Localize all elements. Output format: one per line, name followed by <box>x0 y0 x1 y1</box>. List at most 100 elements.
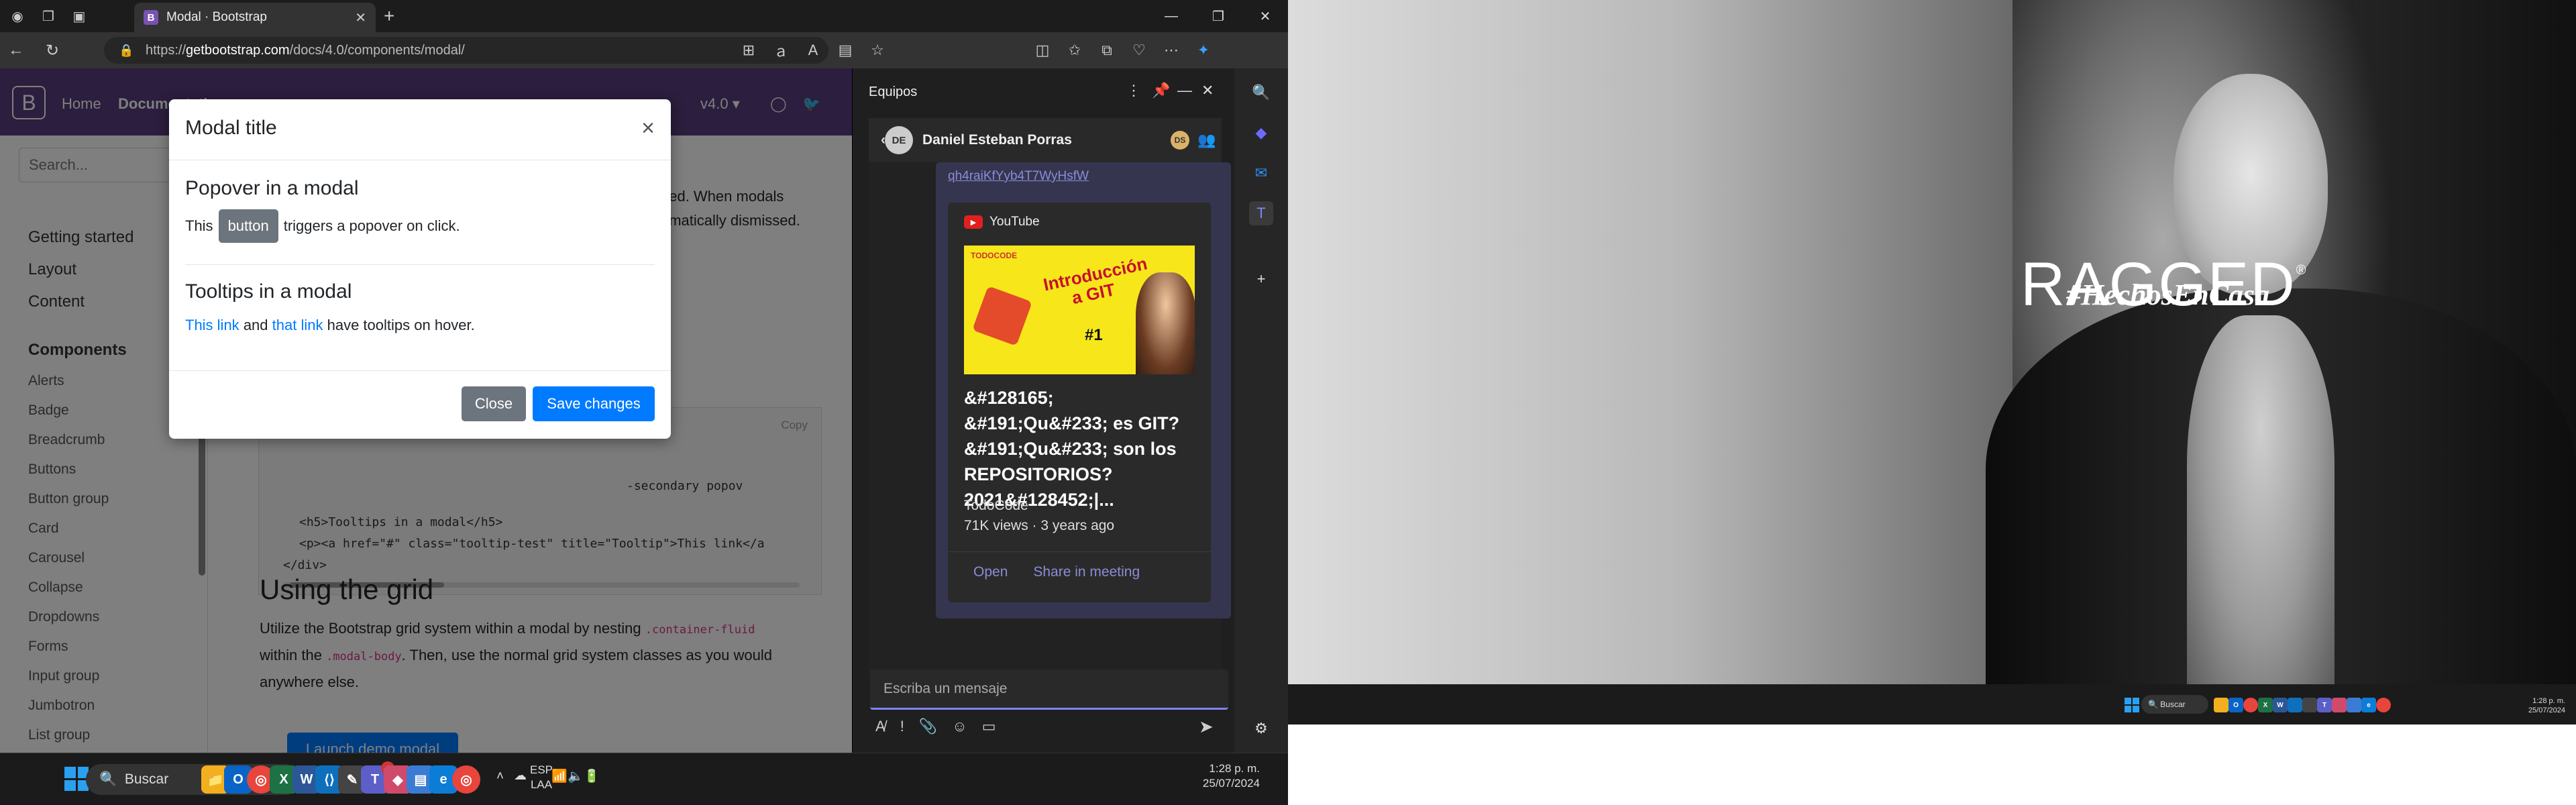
more-options-icon[interactable]: ⋮ <box>1126 82 1141 99</box>
restore-icon[interactable]: ❐ <box>1198 0 1238 32</box>
tooltips-text-post: have tooltips on hover. <box>327 317 475 333</box>
address-toolbar: ← ↻ 🔒 https://getbootstrap.com/docs/4.0/… <box>0 32 1288 68</box>
teams-icon[interactable]: T <box>1249 201 1273 225</box>
outlook-icon[interactable]: ✉ <box>1249 161 1273 185</box>
tab-actions-icon[interactable]: ▣ <box>66 3 93 30</box>
copilot-icon[interactable]: ✦ <box>1187 37 1220 64</box>
volume-icon[interactable]: 🔈 <box>568 768 584 784</box>
app-available-icon[interactable]: ⊞ <box>733 37 765 64</box>
share-in-meeting-button[interactable]: Share in meeting <box>1033 564 1140 580</box>
registered-mark: ® <box>2296 263 2308 278</box>
tooltip-link-1[interactable]: This link <box>185 317 239 334</box>
minimize-icon[interactable]: — <box>1151 0 1191 32</box>
clock-2[interactable]: 1:28 p. m. 25/07/2024 <box>2528 696 2565 715</box>
favorites-icon[interactable]: ✩ <box>1059 37 1091 64</box>
modal-body-divider <box>185 264 655 265</box>
user-avatar-icon[interactable]: DS <box>1171 131 1189 150</box>
popover-text-pre: This <box>185 217 213 234</box>
collections-icon[interactable]: ⧉ <box>1091 37 1123 64</box>
favorite-star-icon[interactable]: ☆ <box>861 37 894 64</box>
save-changes-button[interactable]: Save changes <box>533 386 655 421</box>
vscode-icon-2[interactable] <box>2288 698 2302 712</box>
desktop-wallpaper: RAGGED® #HechosEnCasa <box>1288 0 2576 691</box>
file-explorer-icon-2[interactable] <box>2214 698 2229 712</box>
emoji-icon[interactable]: ☺ <box>952 718 967 735</box>
back-chat-icon[interactable]: ‹ <box>881 132 885 148</box>
teams-icon-2[interactable]: T <box>2317 698 2332 712</box>
outlook-icon-2[interactable]: O <box>2229 698 2243 712</box>
presenter-image <box>1136 272 1195 374</box>
browser-essentials-icon[interactable]: ♡ <box>1123 37 1155 64</box>
modal-footer-divider <box>169 370 671 371</box>
new-tab-button[interactable]: + <box>384 5 394 27</box>
workspaces-icon[interactable]: ❐ <box>35 3 62 30</box>
close-button[interactable]: Close <box>462 386 526 421</box>
important-icon[interactable]: ! <box>900 718 904 735</box>
translate-icon[interactable]: ａ <box>765 37 797 64</box>
video-views: 71K views · 3 years ago <box>964 518 1115 533</box>
taskbar-search-2[interactable]: 🔍 Buscar <box>2141 695 2208 714</box>
wifi-icon[interactable]: 📶 <box>551 768 568 784</box>
read-aloud-icon[interactable]: A <box>797 37 829 64</box>
wallpaper-chest <box>2187 315 2334 691</box>
tab-bootstrap-modal[interactable]: B Modal · Bootstrap ✕ <box>134 3 376 32</box>
tooltips-and: and <box>243 317 268 333</box>
app-pen-icon-2[interactable] <box>2302 698 2317 712</box>
modal-title: Modal title <box>185 117 277 139</box>
excel-icon-2[interactable]: X <box>2258 698 2273 712</box>
chat-messages: qh4raiKfYyb4T7WyHsfW ▶ YouTube TODOCODE … <box>869 162 1231 679</box>
send-icon[interactable]: ➤ <box>1199 716 1214 737</box>
video-thumbnail[interactable]: TODOCODE Introducción a GIT #1 <box>964 246 1195 374</box>
attach-icon[interactable]: 📎 <box>919 718 937 735</box>
close-panel-icon[interactable]: ✕ <box>1201 82 1214 99</box>
secondary-monitor: RAGGED® #HechosEnCasa 🔍 Buscar O X W T e… <box>1288 0 2576 724</box>
search-glass-icon: 🔍 <box>99 771 125 787</box>
url-field[interactable]: 🔒 https://getbootstrap.com/docs/4.0/comp… <box>104 37 828 64</box>
pin-icon[interactable]: 📌 <box>1152 82 1170 99</box>
shopping-icon[interactable]: ◆ <box>1249 121 1273 145</box>
gif-icon[interactable]: ▭ <box>982 718 996 735</box>
close-tab-icon[interactable]: ✕ <box>355 9 366 26</box>
edge-icon-2[interactable]: e <box>2361 698 2376 712</box>
minimize-panel-icon[interactable]: — <box>1177 82 1192 99</box>
windows-start-icon[interactable] <box>64 767 89 791</box>
message-input[interactable]: Escriba un mensaje <box>870 669 1228 710</box>
sidebar-settings-icon[interactable]: ⚙ <box>1249 716 1273 741</box>
windows-start-icon-2[interactable] <box>2125 698 2139 712</box>
language-indicator[interactable]: ESP LAA <box>530 763 553 792</box>
contact-name[interactable]: Daniel Esteban Porras <box>922 132 1072 148</box>
empty-area <box>1288 724 2576 805</box>
battery-icon[interactable]: 🔋 <box>584 768 600 784</box>
format-icon[interactable]: A̸ <box>875 718 885 735</box>
word-icon-2[interactable]: W <box>2273 698 2288 712</box>
open-button[interactable]: Open <box>973 564 1008 580</box>
popover-button[interactable]: button <box>218 209 278 243</box>
tray-app-icon[interactable]: ☁ <box>514 768 527 784</box>
split-screen-icon[interactable]: ◫ <box>1026 37 1059 64</box>
notepad-icon-2[interactable] <box>2347 698 2361 712</box>
tooltip-link-2[interactable]: that link <box>272 317 323 334</box>
chrome-icon-4[interactable] <box>2376 698 2391 712</box>
tagline: #HechosEnCasa <box>2066 278 2270 311</box>
profile-icon[interactable]: ◉ <box>4 3 31 30</box>
immersive-reader-icon[interactable]: ▤ <box>829 37 861 64</box>
tray-chevron-icon[interactable]: ˄ <box>496 769 504 784</box>
back-icon[interactable]: ← <box>0 34 32 66</box>
add-sidebar-app-icon[interactable]: + <box>1249 267 1273 291</box>
more-icon[interactable]: ⋯ <box>1155 37 1187 64</box>
add-people-icon[interactable]: 👥 <box>1197 131 1216 149</box>
tab-title: Modal · Bootstrap <box>166 10 267 24</box>
message-link[interactable]: qh4raiKfYyb4T7WyHsfW <box>948 169 1089 184</box>
contact-avatar: DE <box>885 126 913 154</box>
clock[interactable]: 1:28 p. m. 25/07/2024 <box>1203 761 1260 791</box>
close-window-icon[interactable]: ✕ <box>1245 0 1285 32</box>
modal-close-icon[interactable]: × <box>641 115 655 142</box>
search-icon[interactable]: 🔍 <box>1249 80 1273 105</box>
video-title[interactable]: &#128165; &#191;Qu&#233; es GIT? &#191;Q… <box>964 385 1195 513</box>
chrome-icon-3[interactable] <box>2243 698 2258 712</box>
app-diamond-icon-2[interactable] <box>2332 698 2347 712</box>
chat-header: ‹ DE Daniel Esteban Porras DS 👥 <box>869 118 1222 162</box>
clock-time: 1:28 p. m. <box>1209 762 1260 775</box>
refresh-icon[interactable]: ↻ <box>36 34 68 66</box>
chrome-icon-2[interactable]: ◎ <box>452 765 480 794</box>
